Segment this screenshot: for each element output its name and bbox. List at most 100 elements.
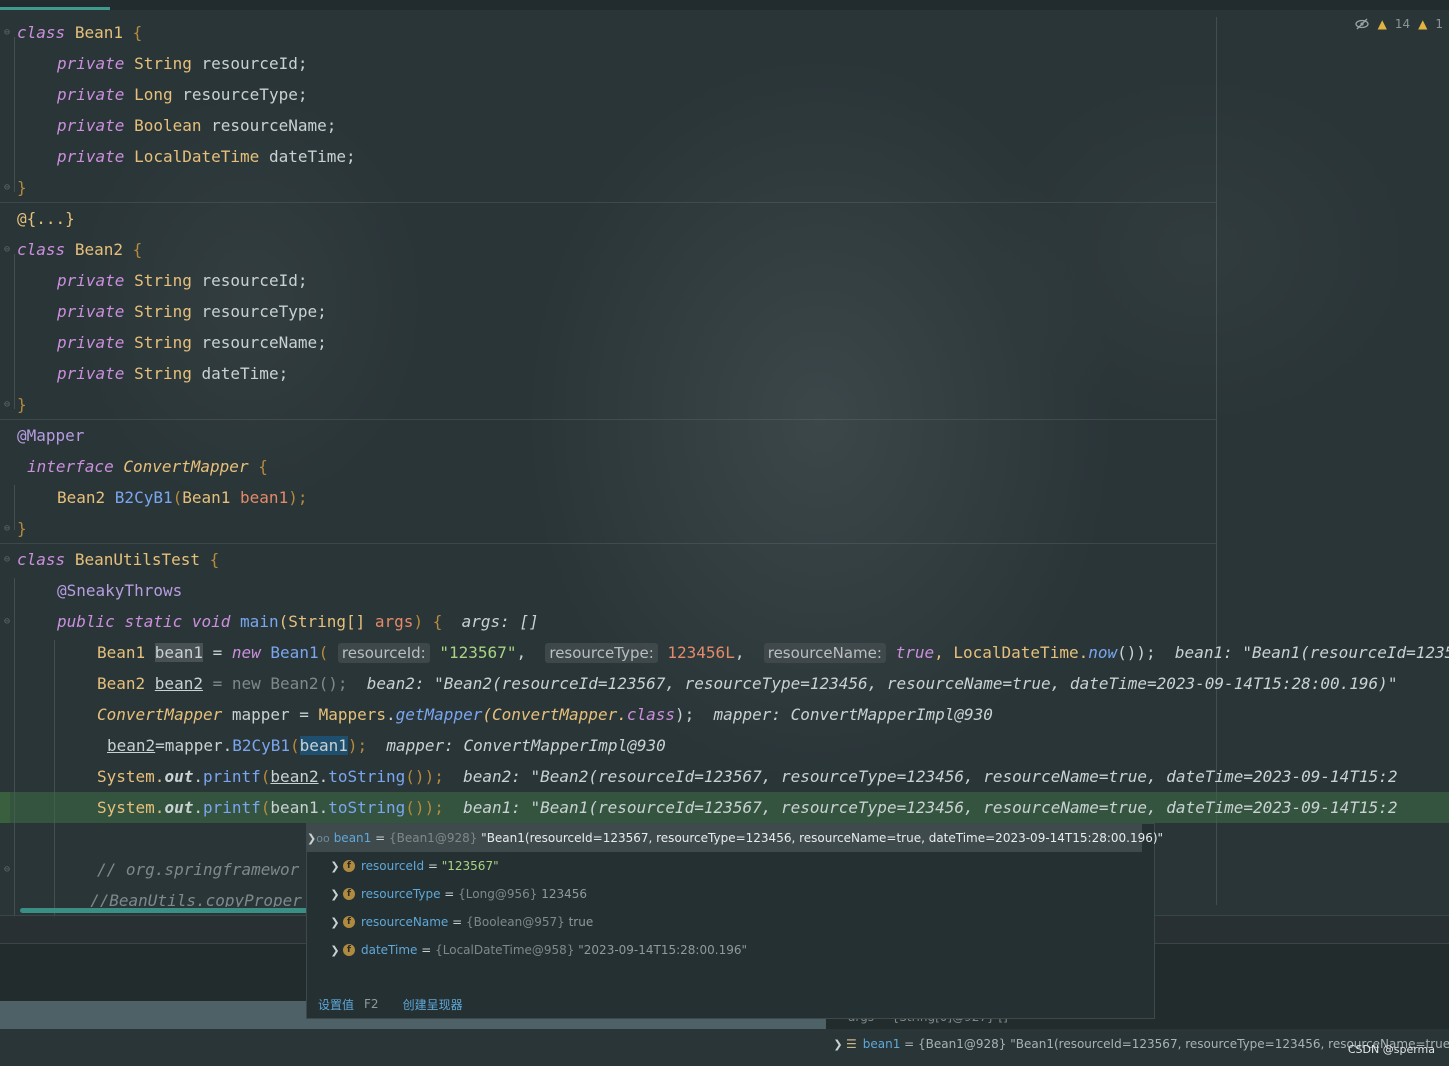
active-tab-indicator[interactable] xyxy=(0,7,110,10)
inline-debug-value: args: [] xyxy=(461,612,539,631)
debug-value-popup[interactable]: ❯ oo bean1 = {Bean1@928} "Bean1(resource… xyxy=(306,823,1163,1019)
current-execution-line[interactable]: System.out.printf(bean1.toString()); bea… xyxy=(0,792,1449,823)
variable[interactable]: bean1 xyxy=(270,798,318,817)
paren: ); xyxy=(288,488,308,507)
chevron-right-icon[interactable]: ❯ xyxy=(327,916,343,929)
code-line[interactable]: ConvertMapper mapper = Mappers.getMapper… xyxy=(0,699,1449,730)
code-line[interactable]: private String resourceType; xyxy=(0,296,1449,327)
field-name: dateTime; xyxy=(191,364,289,383)
csdn-watermark: CSDN @sperma xyxy=(1347,1043,1435,1056)
code-line[interactable]: ⊖} xyxy=(0,513,1449,544)
horizontal-scrollbar[interactable] xyxy=(20,908,320,913)
field-type: {Boolean@957} xyxy=(466,915,569,929)
field-value: true xyxy=(568,915,594,929)
code-line[interactable]: private String resourceId; xyxy=(0,265,1449,296)
field-icon: f xyxy=(343,916,355,928)
field-type: Long xyxy=(134,85,173,104)
watch-glasses-icon: oo xyxy=(316,831,330,845)
param-hint: resourceType: xyxy=(545,643,658,663)
code-line[interactable]: ⊖ class Bean2 { xyxy=(0,234,1449,265)
code-line[interactable]: System.out.printf(bean2.toString()); bea… xyxy=(0,761,1449,792)
field-type: {Long@956} xyxy=(458,887,542,901)
field-name: resourceId; xyxy=(191,271,308,290)
popup-root-row[interactable]: ❯ oo bean1 = {Bean1@928} "Bean1(resource… xyxy=(307,824,1163,852)
brace: } xyxy=(17,178,27,197)
brace: } xyxy=(17,519,27,538)
type: , LocalDateTime. xyxy=(934,643,1089,662)
fold-icon[interactable]: ⊖ xyxy=(4,28,14,38)
field-name: dateTime xyxy=(361,943,418,957)
code-line[interactable]: ⊖} xyxy=(0,172,1449,203)
fold-icon[interactable]: ⊖ xyxy=(4,245,14,255)
argument[interactable]: bean1 xyxy=(299,736,348,755)
chevron-right-icon[interactable]: ❯ xyxy=(327,944,343,957)
class-name: Bean2 xyxy=(74,240,123,259)
fold-icon[interactable]: ⊖ xyxy=(4,400,14,410)
modifier: private xyxy=(57,271,125,290)
class-ref: System. xyxy=(97,798,165,817)
code-line[interactable]: private Boolean resourceName; xyxy=(0,110,1449,141)
keyword: class xyxy=(17,550,66,569)
variable[interactable]: bean2 xyxy=(270,767,318,786)
list-icon: ☰ xyxy=(846,1037,857,1051)
code-line[interactable]: ⊖ class BeanUtilsTest { xyxy=(0,544,1449,575)
code-line[interactable]: ⊖ class Bean1 { xyxy=(0,17,1449,48)
code-line[interactable]: Bean2 B2CyB1(Bean1 bean1); xyxy=(0,482,1449,513)
equals: = xyxy=(424,859,442,873)
paren: ); xyxy=(675,705,695,724)
variable[interactable]: bean2 xyxy=(107,736,155,755)
field-row[interactable]: ❯ f resourceType = {Long@956} 123456 xyxy=(307,880,1176,908)
code-line[interactable]: private String resourceName; xyxy=(0,327,1449,358)
chevron-right-icon[interactable]: ❯ xyxy=(327,860,343,873)
folded-region[interactable]: @{...} xyxy=(17,209,75,228)
constructor: Bean1 xyxy=(260,643,319,662)
field-icon: f xyxy=(343,944,355,956)
code-line[interactable]: private Long resourceType; xyxy=(0,79,1449,110)
code-line[interactable]: private String dateTime; xyxy=(0,358,1449,389)
set-value-link[interactable]: 设置值 xyxy=(318,996,354,1013)
method-name: B2CyB1 xyxy=(114,488,173,507)
code-editor[interactable]: ⊖ class Bean1 { private String resourceId… xyxy=(0,17,1449,918)
code-line[interactable]: @Mapper xyxy=(0,420,1449,451)
code-line[interactable]: bean2=mapper.B2CyB1(bean1); mapper: Conv… xyxy=(0,730,1449,761)
fold-icon[interactable]: ⊖ xyxy=(4,555,14,565)
keyword: class xyxy=(626,705,676,724)
code-line[interactable]: private String resourceId; xyxy=(0,48,1449,79)
code-line[interactable]: @SneakyThrows xyxy=(0,575,1449,606)
fold-icon[interactable]: ⊖ xyxy=(4,524,14,534)
fold-icon[interactable]: ⊖ xyxy=(4,183,14,193)
create-renderer-link[interactable]: 创建呈现器 xyxy=(403,996,463,1013)
code-line[interactable]: Bean2 bean2 = new Bean2(); bean2: "Bean2… xyxy=(0,668,1449,699)
code-line[interactable]: @{...} xyxy=(0,203,1449,234)
field-type: String xyxy=(134,364,192,383)
keyword: class xyxy=(17,23,66,42)
static-field: out xyxy=(164,767,194,786)
object-type: {Bean1@928} xyxy=(388,831,482,845)
code-line[interactable]: private LocalDateTime dateTime; xyxy=(0,141,1449,172)
param-hint: resourceName: xyxy=(763,643,886,663)
code-line[interactable]: Bean1 bean1 = new Bean1( resourceId: "12… xyxy=(0,637,1449,668)
type: Bean1 xyxy=(97,643,155,662)
code-line[interactable]: ⊖ public static void main(String[] args) … xyxy=(0,606,1449,637)
field-row[interactable]: ❯ f dateTime = {LocalDateTime@958} "2023-… xyxy=(307,936,1176,964)
modifier: private xyxy=(57,54,125,73)
method-call: now xyxy=(1088,643,1118,662)
code-line[interactable]: ⊖} xyxy=(0,389,1449,420)
paren: ( xyxy=(260,767,271,786)
keyword: class xyxy=(17,240,66,259)
variable[interactable]: bean2 xyxy=(155,674,203,693)
field-name: resourceId; xyxy=(191,54,308,73)
brace: ) { xyxy=(413,612,443,631)
field-row[interactable]: ❯ f resourceId = "123567" xyxy=(307,852,1176,880)
fold-icon[interactable]: ⊖ xyxy=(4,865,14,875)
variable[interactable]: bean1 xyxy=(154,643,203,662)
keyword: static xyxy=(124,612,183,631)
chevron-right-icon[interactable]: ❯ xyxy=(830,1038,846,1051)
field-row[interactable]: ❯ f resourceName = {Boolean@957} true xyxy=(307,908,1176,936)
variable-name: bean1 xyxy=(333,831,372,845)
code-line[interactable]: interface ConvertMapper { xyxy=(0,451,1449,482)
chevron-down-icon[interactable]: ❯ xyxy=(307,832,316,845)
chevron-right-icon[interactable]: ❯ xyxy=(327,888,343,901)
equals: = xyxy=(417,943,436,957)
fold-icon[interactable]: ⊖ xyxy=(4,617,14,627)
